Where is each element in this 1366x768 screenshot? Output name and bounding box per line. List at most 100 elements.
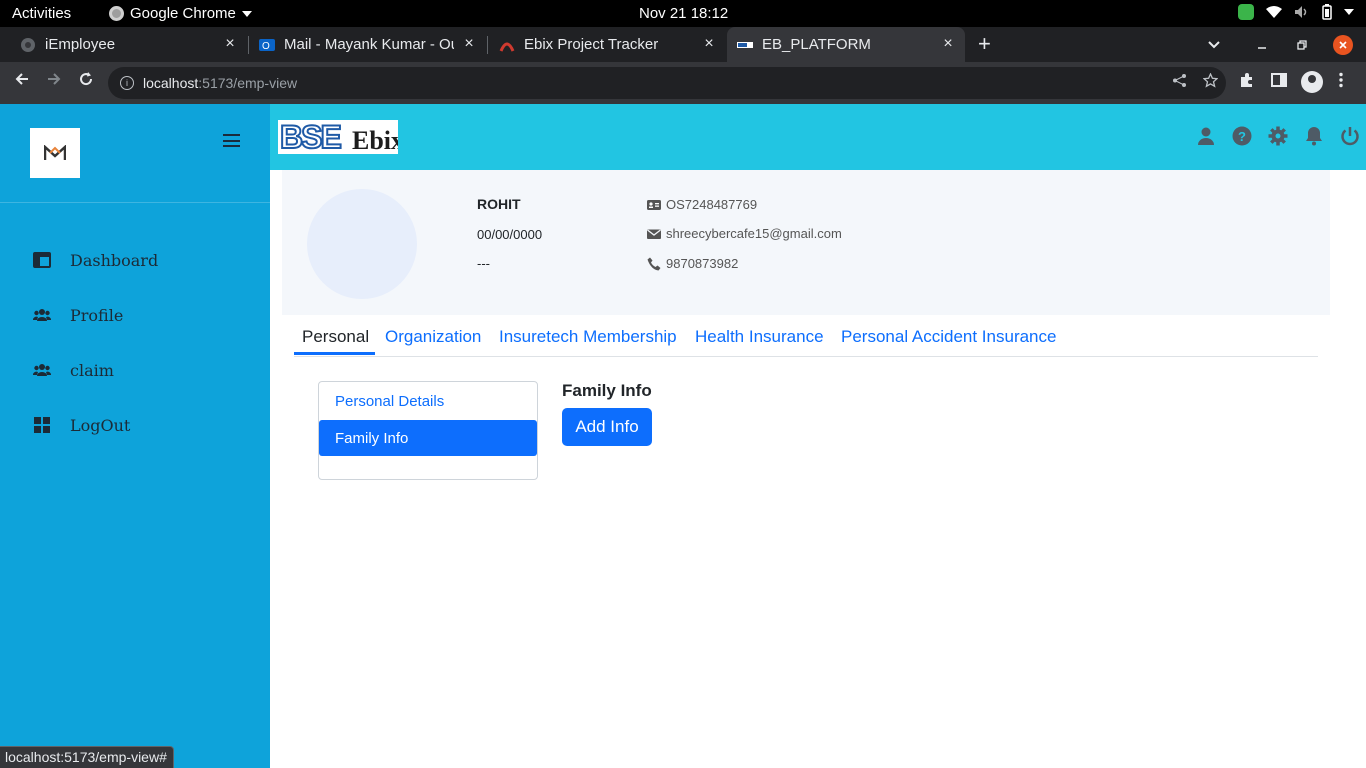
help-icon[interactable]: ? [1232,126,1252,146]
extensions-button[interactable] [1239,72,1255,93]
url-host: localhost [143,75,199,91]
wifi-icon [1266,6,1282,18]
sidebar-toggle-button[interactable] [223,134,240,147]
system-menu-caret-icon [1344,9,1354,15]
tab-insuretech-membership[interactable]: Insuretech Membership [499,327,677,347]
close-window-button[interactable] [1333,27,1353,62]
app-menu[interactable]: Google Chrome [109,5,252,22]
close-tab-icon[interactable]: × [460,35,478,53]
sidebar-item-claim[interactable]: claim [33,358,114,382]
site-info-icon[interactable]: i [120,76,134,90]
employee-phone: 9870873982 [666,256,739,271]
sidebar-item-profile[interactable]: Profile [33,303,123,327]
side-panel-icon [1271,73,1287,87]
maximize-button[interactable] [1297,27,1307,62]
profile-summary-card: ROHIT 00/00/0000 --- OS7248487769 shreec… [282,170,1330,315]
battery-icon [1322,4,1332,20]
sidebar-item-label: claim [70,360,114,380]
user-icon[interactable] [1196,126,1216,146]
close-tab-icon[interactable]: × [939,35,957,53]
star-icon[interactable] [1203,73,1218,88]
close-tab-icon[interactable]: × [221,35,239,53]
side-panel-button[interactable] [1271,72,1287,93]
profile-button[interactable] [1301,71,1323,93]
browser-tab-iemployee[interactable]: iEmployee × [0,27,247,62]
grid-icon [34,417,50,433]
arrow-right-icon [48,73,61,85]
add-info-button[interactable]: Add Info [562,408,652,446]
bse-ebix-logo[interactable]: BSE Ebix [278,120,398,154]
globe-icon [21,37,35,52]
forward-button[interactable] [42,71,66,92]
company-logo-icon [44,145,66,160]
reload-button[interactable] [74,71,98,92]
browser-toolbar: i localhost:5173/emp-view [0,62,1366,104]
sub-nav-family-info[interactable]: Family Info [319,420,537,456]
restore-icon [1297,39,1307,50]
clock[interactable]: Nov 21 18:12 [639,5,728,22]
app-menu-label: Google Chrome [130,5,236,22]
share-icon[interactable] [1172,73,1187,88]
system-tray[interactable] [1238,4,1354,20]
employee-phone-row: 9870873982 [647,256,738,271]
sub-nav-personal-details[interactable]: Personal Details [319,383,537,419]
employee-dob: 00/00/0000 [477,227,543,242]
volume-icon [1295,6,1307,18]
envelope-icon [647,228,661,239]
new-tab-button[interactable]: + [978,31,991,57]
tab-organization[interactable]: Organization [385,327,481,347]
company-logo[interactable] [30,128,80,178]
chevron-down-icon [1208,40,1220,48]
close-icon [1333,34,1353,55]
tab-separator [248,36,249,54]
kebab-menu-icon [1339,72,1343,88]
reload-icon [80,72,93,86]
personal-sub-nav: Personal Details Family Info [318,381,538,480]
svg-text:?: ? [1238,129,1246,144]
minimize-button[interactable] [1257,27,1267,62]
shield-icon [1238,4,1254,20]
bse-ebix-favicon-icon [737,41,753,48]
app-sidebar: Dashboard Profile claim LogOut [0,104,270,768]
browser-tab-strip: iEmployee × O Mail - Mayank Kumar - Ou ×… [0,27,1366,62]
employee-id-row: OS7248487769 [647,197,757,212]
browser-tab-mail[interactable]: O Mail - Mayank Kumar - Ou × [250,27,486,62]
hamburger-icon [223,134,240,136]
employee-id: OS7248487769 [666,197,758,212]
link-status-bubble: localhost:5173/emp-view# [0,746,174,768]
sidebar-item-label: LogOut [70,415,131,435]
close-tab-icon[interactable]: × [700,35,718,53]
back-button[interactable] [10,71,34,92]
profile-tabs: Personal Organization Insuretech Members… [294,322,1318,357]
tab-title: Ebix Project Tracker [524,36,659,53]
tab-search-button[interactable] [1207,27,1221,62]
browser-tab-project-tracker[interactable]: Ebix Project Tracker × [489,27,726,62]
tab-personal[interactable]: Personal [302,327,369,347]
gear-icon[interactable] [1268,126,1288,146]
browser-tab-eb-platform[interactable]: EB_PLATFORM × [727,27,965,62]
sidebar-item-logout[interactable]: LogOut [33,413,130,437]
caret-down-icon [241,10,252,17]
tab-health-insurance[interactable]: Health Insurance [695,327,824,347]
profile-photo [307,189,417,299]
section-title: Family Info [562,381,652,400]
activities-button[interactable]: Activities [12,5,71,22]
arrow-left-icon [15,73,28,85]
employee-designation: --- [477,256,490,271]
bell-icon[interactable] [1304,126,1324,146]
address-bar[interactable]: i localhost:5173/emp-view [108,67,1226,99]
dashboard-icon [33,252,51,268]
tab-title: EB_PLATFORM [762,36,871,53]
tab-title: iEmployee [45,36,116,53]
chrome-menu-button[interactable] [1338,72,1344,93]
users-icon [33,309,51,321]
app-header: BSE Ebix ? [270,104,1366,170]
svg-text:Ebix: Ebix [352,126,398,153]
outlook-icon: O [259,38,275,52]
power-icon[interactable] [1340,126,1360,146]
tab-personal-accident-insurance[interactable]: Personal Accident Insurance [841,327,1056,347]
profile-avatar-icon [1301,71,1323,93]
sidebar-item-dashboard[interactable]: Dashboard [33,248,158,272]
sidebar-divider [0,202,270,203]
address-bar-actions [1172,73,1218,88]
